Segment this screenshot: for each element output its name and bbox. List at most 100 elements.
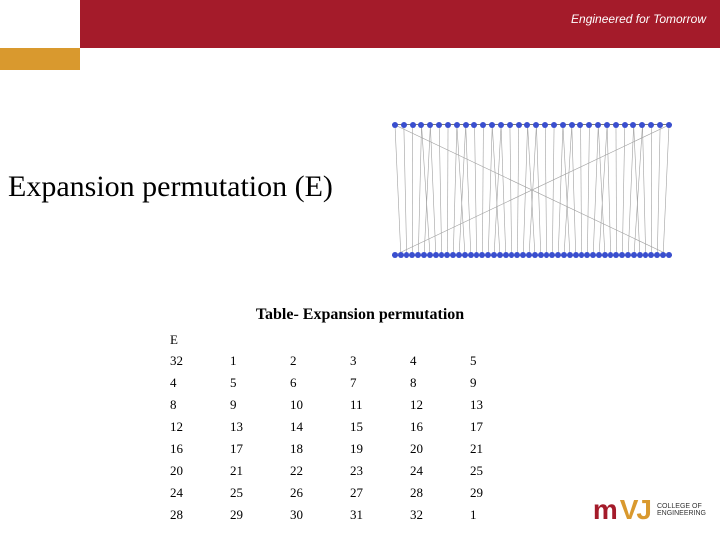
table-row: 242526272829 [170, 482, 530, 504]
diagram-top-nodes [392, 122, 672, 128]
node-top [542, 122, 548, 128]
node-top [427, 122, 433, 128]
expansion-table: E 32123454567898910111213121314151617161… [170, 332, 530, 526]
node-bot [398, 252, 404, 258]
table-cell: 4 [170, 372, 230, 394]
node-bot [637, 252, 643, 258]
table-body: 3212345456789891011121312131415161716171… [170, 350, 530, 526]
node-bot [538, 252, 544, 258]
table-cell: 28 [170, 504, 230, 526]
node-top [666, 122, 672, 128]
node-bot [573, 252, 579, 258]
node-top [454, 122, 460, 128]
table-row: 202122232425 [170, 460, 530, 482]
table-cell: 24 [170, 482, 230, 504]
table-cell: 6 [290, 372, 350, 394]
header-underbar [0, 48, 720, 70]
header-notch [0, 0, 80, 48]
table-cell: 30 [290, 504, 350, 526]
table-row: 8910111213 [170, 394, 530, 416]
table-cell: 24 [410, 460, 470, 482]
table-cell: 19 [350, 438, 410, 460]
node-top [648, 122, 654, 128]
table-cell: 22 [290, 460, 350, 482]
table-cell: 21 [230, 460, 290, 482]
node-top [657, 122, 663, 128]
diagram-bottom-nodes [392, 252, 672, 258]
node-bot [666, 252, 672, 258]
node-top [489, 122, 495, 128]
table-row: 28293031321 [170, 504, 530, 526]
accent-block [0, 48, 80, 70]
node-top [445, 122, 451, 128]
node-top [401, 122, 407, 128]
table-cell: 21 [470, 438, 530, 460]
table-cell: 32 [410, 504, 470, 526]
table-row: 3212345 [170, 350, 530, 372]
table-cell: 29 [230, 504, 290, 526]
table-cell: 27 [350, 482, 410, 504]
table-cell: 9 [470, 372, 530, 394]
table-cell: 20 [170, 460, 230, 482]
table-cell: 1 [470, 504, 530, 526]
logo-vj: VJ [620, 494, 650, 526]
node-bot [497, 252, 503, 258]
logo: mVJ COLLEGE OF ENGINEERING [593, 494, 706, 526]
node-top [410, 122, 416, 128]
table-cell: 2 [290, 350, 350, 372]
node-bot [631, 252, 637, 258]
table-cell: 8 [170, 394, 230, 416]
node-top [418, 122, 424, 128]
table-cell: 16 [170, 438, 230, 460]
node-top [560, 122, 566, 128]
node-bot [596, 252, 602, 258]
table-cell: 25 [470, 460, 530, 482]
node-top [630, 122, 636, 128]
header-tagline: Engineered for Tomorrow [571, 12, 706, 26]
node-bot [392, 252, 398, 258]
node-top [533, 122, 539, 128]
node-bot [468, 252, 474, 258]
node-top [507, 122, 513, 128]
node-bot [567, 252, 573, 258]
diagram-wiring [392, 120, 672, 260]
node-bot [602, 252, 608, 258]
node-top [436, 122, 442, 128]
node-top [639, 122, 645, 128]
node-top [516, 122, 522, 128]
table-label: E [170, 332, 530, 348]
table-row: 456789 [170, 372, 530, 394]
node-top [577, 122, 583, 128]
node-top [586, 122, 592, 128]
node-top [480, 122, 486, 128]
table-cell: 14 [290, 416, 350, 438]
table-cell: 20 [410, 438, 470, 460]
table-cell: 26 [290, 482, 350, 504]
table-cell: 5 [230, 372, 290, 394]
table-cell: 29 [470, 482, 530, 504]
table-cell: 25 [230, 482, 290, 504]
table-cell: 3 [350, 350, 410, 372]
table-cell: 18 [290, 438, 350, 460]
logo-m: m [593, 494, 616, 526]
table-cell: 28 [410, 482, 470, 504]
node-top [551, 122, 557, 128]
table-cell: 17 [470, 416, 530, 438]
node-top [569, 122, 575, 128]
node-top [622, 122, 628, 128]
table-cell: 17 [230, 438, 290, 460]
table-cell: 15 [350, 416, 410, 438]
logo-line1: COLLEGE OF [657, 503, 706, 510]
table-cell: 5 [470, 350, 530, 372]
node-top [498, 122, 504, 128]
slide: Engineered for Tomorrow Expansion permut… [0, 0, 720, 540]
table-cell: 12 [170, 416, 230, 438]
table-cell: 32 [170, 350, 230, 372]
node-top [471, 122, 477, 128]
node-bot [433, 252, 439, 258]
node-top [463, 122, 469, 128]
table-cell: 12 [410, 394, 470, 416]
table-cell: 7 [350, 372, 410, 394]
node-bot [427, 252, 433, 258]
table-row: 161718192021 [170, 438, 530, 460]
